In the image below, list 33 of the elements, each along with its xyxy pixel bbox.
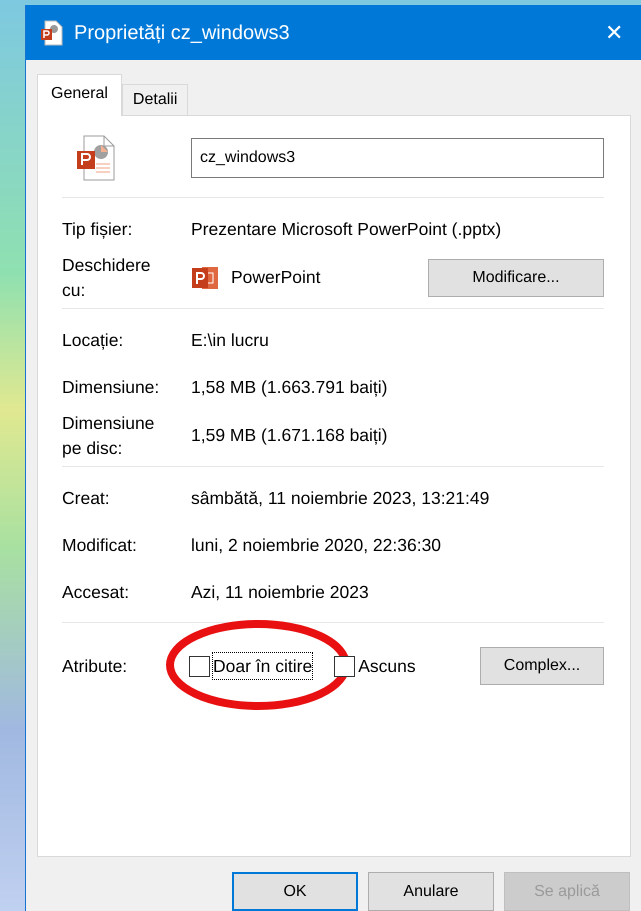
field-label: Modificat:: [62, 534, 138, 558]
tab[interactable]: General: [37, 74, 122, 116]
field-label: Locație:: [62, 329, 124, 352]
tab[interactable]: Detalii: [122, 84, 188, 115]
field-label: Tip fișier:: [62, 218, 134, 242]
field-label: Accesat:: [62, 581, 130, 604]
presentation-file-icon: [40, 20, 64, 46]
field-label: Deschidere cu:: [62, 254, 152, 302]
field-value: 1,58 MB (1.663.791 baiți): [191, 376, 388, 400]
field-value: luni, 2 noiembrie 2020, 22:36:30: [191, 534, 442, 558]
field-label: Dimensiune pe disc:: [62, 412, 156, 460]
field-label: Creat:: [62, 487, 111, 510]
app-name: PowerPoint: [231, 266, 322, 290]
checkbox-label: Ascuns: [358, 654, 416, 678]
dialog-button[interactable]: Anulare: [368, 872, 494, 911]
dialog-button[interactable]: OK: [232, 872, 358, 911]
checkbox[interactable]: [334, 656, 356, 676]
field-label: Dimensiune:: [62, 376, 160, 400]
checkbox[interactable]: [189, 656, 210, 676]
field-label: Atribute:: [62, 654, 128, 678]
field-value: E:\in lucru: [191, 329, 269, 352]
field-value: 1,59 MB (1.671.168 baiți): [191, 424, 388, 448]
field-value: Prezentare Microsoft PowerPoint (.pptx): [191, 218, 502, 242]
close-button[interactable]: ✕: [599, 16, 629, 49]
presentation-file-icon: [76, 134, 116, 182]
file-name-field[interactable]: cz_windows3: [191, 138, 604, 178]
change-button[interactable]: Modificare...: [428, 258, 604, 296]
complex-button[interactable]: Complex...: [480, 647, 604, 685]
field-value: sâmbătă, 11 noiembrie 2023, 13:21:49: [191, 487, 490, 510]
presentation-app-icon: [191, 264, 219, 290]
field-value: Azi, 11 noiembrie 2023: [191, 581, 369, 604]
checkbox-label: Doar în citire: [213, 652, 312, 680]
window-title: Proprietăți cz_windows3: [74, 20, 291, 46]
